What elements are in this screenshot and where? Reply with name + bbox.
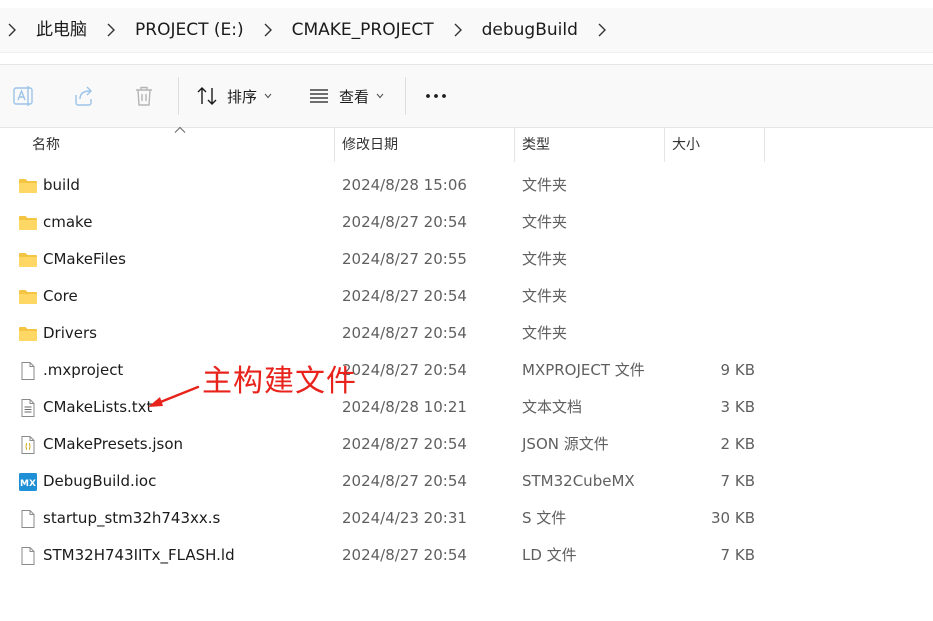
column-date[interactable]: 修改日期 xyxy=(334,128,514,162)
file-name: startup_stm32h743xx.s xyxy=(43,509,221,527)
file-name: .mxproject xyxy=(43,361,124,379)
file-type: 文件夹 xyxy=(522,250,568,268)
column-size[interactable]: 大小 xyxy=(664,128,764,162)
folder-icon xyxy=(18,213,38,233)
folder-icon xyxy=(18,176,38,196)
file-row[interactable]: CMakeFiles 2024/8/27 20:55 文件夹 xyxy=(0,241,933,278)
breadcrumb-debugbuild[interactable]: debugBuild xyxy=(470,8,590,52)
file-row[interactable]: CMakePresets.json 2024/8/27 20:54 JSON 源… xyxy=(0,426,933,463)
breadcrumb-cmake-project[interactable]: CMAKE_PROJECT xyxy=(280,8,446,52)
view-list-icon xyxy=(310,89,328,103)
file-row[interactable]: STM32H743IITx_FLASH.ld 2024/8/27 20:54 L… xyxy=(0,537,933,574)
file-date: 2024/8/27 20:54 xyxy=(342,361,467,379)
chevron-right-icon[interactable] xyxy=(0,8,24,52)
sort-label: 排序 xyxy=(227,87,258,106)
file-row[interactable]: MX DebugBuild.ioc 2024/8/27 20:54 STM32C… xyxy=(0,463,933,500)
annotation-arrow-icon xyxy=(148,385,200,407)
breadcrumb-this-pc[interactable]: 此电脑 xyxy=(24,8,99,52)
file-size: 3 KB xyxy=(720,398,755,416)
file-name: CMakeFiles xyxy=(43,250,126,268)
file-row[interactable]: Drivers 2024/8/27 20:54 文件夹 xyxy=(0,315,933,352)
file-name: Drivers xyxy=(43,324,97,342)
file-type: 文件夹 xyxy=(522,213,568,231)
view-label: 查看 xyxy=(339,87,370,106)
file-size: 7 KB xyxy=(720,472,755,490)
file-type: MXPROJECT 文件 xyxy=(522,361,645,379)
file-date: 2024/8/27 20:54 xyxy=(342,546,467,564)
sort-button[interactable]: 排序 xyxy=(196,65,272,127)
chevron-down-icon xyxy=(264,93,272,99)
file-type: 文件夹 xyxy=(522,287,568,305)
breadcrumb-project-drive[interactable]: PROJECT (E:) xyxy=(123,8,256,52)
address-bar[interactable]: 此电脑 PROJECT (E:) CMAKE_PROJECT debugBuil… xyxy=(0,8,933,53)
toolbar-divider xyxy=(178,77,179,115)
file-type: 文本文档 xyxy=(522,398,583,416)
file-date: 2024/8/27 20:55 xyxy=(342,250,467,268)
folder-icon xyxy=(18,250,38,270)
file-name: build xyxy=(43,176,80,194)
file-name: CMakePresets.json xyxy=(43,435,184,453)
view-button[interactable]: 查看 xyxy=(308,65,384,127)
chevron-right-icon[interactable] xyxy=(590,8,614,52)
chevron-down-icon xyxy=(376,93,384,99)
more-options-button[interactable] xyxy=(424,65,448,127)
file-type: 文件夹 xyxy=(522,324,568,342)
file-name: STM32H743IITx_FLASH.ld xyxy=(43,546,235,564)
trash-icon xyxy=(136,86,152,106)
file-date: 2024/8/27 20:54 xyxy=(342,213,467,231)
file-name: CMakeLists.txt xyxy=(43,398,153,416)
json-file-icon xyxy=(18,435,38,455)
command-bar: 排序 查看 xyxy=(0,64,933,128)
file-size: 9 KB xyxy=(720,361,755,379)
rename-icon xyxy=(13,86,33,106)
rename-button[interactable] xyxy=(12,65,36,127)
file-size: 2 KB xyxy=(720,435,755,453)
file-icon xyxy=(18,361,38,381)
file-row[interactable]: Core 2024/8/27 20:54 文件夹 xyxy=(0,278,933,315)
file-row[interactable]: cmake 2024/8/27 20:54 文件夹 xyxy=(0,204,933,241)
file-type: JSON 源文件 xyxy=(522,435,609,453)
share-button[interactable] xyxy=(72,65,96,127)
file-date: 2024/8/27 20:54 xyxy=(342,472,467,490)
file-list: build 2024/8/28 15:06 文件夹 cmake 2024/8/2… xyxy=(0,167,933,574)
toolbar-divider xyxy=(405,77,406,115)
file-type: STM32CubeMX xyxy=(522,472,635,490)
file-size: 30 KB xyxy=(711,509,755,527)
chevron-right-icon[interactable] xyxy=(99,8,123,52)
file-name: DebugBuild.ioc xyxy=(43,472,157,490)
folder-icon xyxy=(18,324,38,344)
column-divider[interactable] xyxy=(764,128,765,162)
more-icon xyxy=(426,94,446,98)
file-icon xyxy=(18,546,38,566)
file-type: LD 文件 xyxy=(522,546,577,564)
file-icon xyxy=(18,509,38,529)
file-date: 2024/8/28 10:21 xyxy=(342,398,467,416)
chevron-right-icon[interactable] xyxy=(256,8,280,52)
file-date: 2024/8/27 20:54 xyxy=(342,324,467,342)
sort-icon xyxy=(197,87,217,105)
file-date: 2024/8/27 20:54 xyxy=(342,287,467,305)
file-size: 7 KB xyxy=(720,546,755,564)
column-name[interactable]: 名称 xyxy=(24,128,334,162)
folder-icon xyxy=(18,287,38,307)
column-header: 名称 修改日期 类型 大小 xyxy=(0,126,933,162)
file-date: 2024/8/28 15:06 xyxy=(342,176,467,194)
file-name: cmake xyxy=(43,213,93,231)
mx-file-icon: MX xyxy=(18,472,38,492)
svg-text:MX: MX xyxy=(20,479,36,489)
chevron-right-icon[interactable] xyxy=(446,8,470,52)
text-file-icon xyxy=(18,398,38,418)
delete-button[interactable] xyxy=(132,65,156,127)
column-type[interactable]: 类型 xyxy=(514,128,664,162)
file-type: 文件夹 xyxy=(522,176,568,194)
file-date: 2024/8/27 20:54 xyxy=(342,435,467,453)
file-row[interactable]: build 2024/8/28 15:06 文件夹 xyxy=(0,167,933,204)
annotation-label: 主构建文件 xyxy=(202,364,357,399)
share-icon xyxy=(75,86,92,106)
file-date: 2024/4/23 20:31 xyxy=(342,509,467,527)
file-name: Core xyxy=(43,287,78,305)
file-row[interactable]: startup_stm32h743xx.s 2024/4/23 20:31 S … xyxy=(0,500,933,537)
file-type: S 文件 xyxy=(522,509,567,527)
